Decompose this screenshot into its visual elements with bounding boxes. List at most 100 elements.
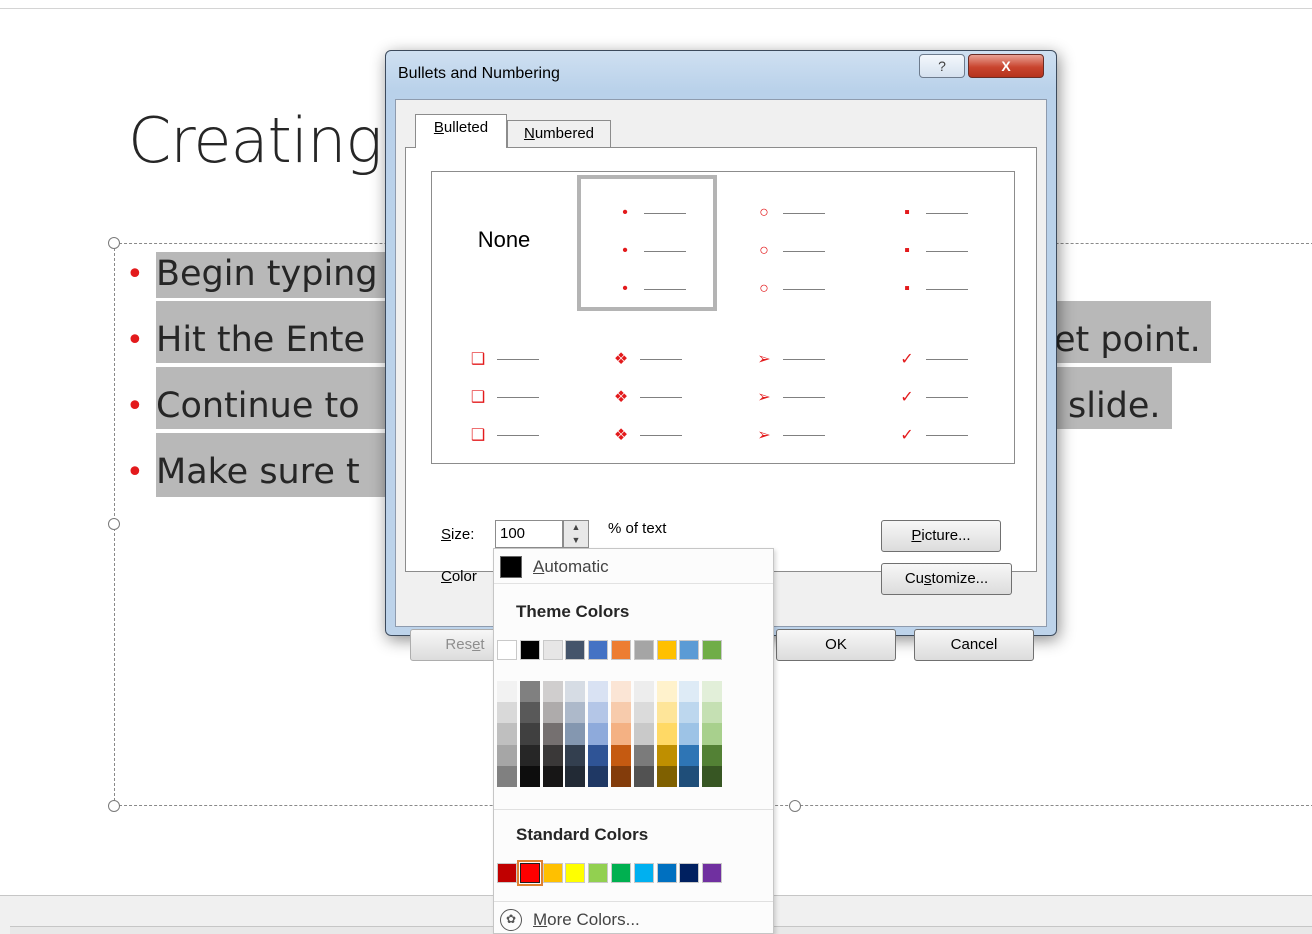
theme-shade-swatch[interactable]: [633, 765, 654, 787]
spin-down-icon[interactable]: ▼: [564, 534, 588, 547]
bullet-item[interactable]: • Begin typing: [126, 250, 378, 298]
theme-shade-swatch[interactable]: [519, 744, 540, 766]
theme-shade-swatch[interactable]: [633, 723, 654, 745]
theme-shade-swatch[interactable]: [542, 744, 563, 766]
theme-shade-swatch[interactable]: [519, 723, 540, 745]
theme-shade-swatch[interactable]: [679, 765, 700, 787]
theme-color-swatch[interactable]: [679, 640, 700, 660]
resize-handle-middle-left[interactable]: [108, 518, 120, 530]
theme-shade-swatch[interactable]: [565, 681, 586, 703]
resize-handle-bottom-center[interactable]: [789, 800, 801, 812]
theme-shade-swatch[interactable]: [565, 723, 586, 745]
theme-shade-swatch[interactable]: [679, 723, 700, 745]
theme-shade-swatch[interactable]: [519, 702, 540, 724]
theme-shade-swatch[interactable]: [588, 702, 609, 724]
automatic-color-option[interactable]: Automatic: [494, 550, 773, 584]
standard-color-swatch[interactable]: [679, 863, 700, 883]
theme-shade-swatch[interactable]: [497, 702, 517, 724]
theme-shade-swatch[interactable]: [611, 702, 631, 724]
theme-shade-swatch[interactable]: [656, 723, 677, 745]
theme-shade-swatch[interactable]: [497, 681, 517, 703]
theme-color-swatch[interactable]: [497, 640, 517, 660]
theme-shade-swatch[interactable]: [497, 765, 517, 787]
theme-color-swatch[interactable]: [519, 640, 540, 660]
size-spinner[interactable]: ▲ ▼: [563, 520, 589, 548]
theme-shade-swatch[interactable]: [656, 765, 677, 787]
theme-color-swatch[interactable]: [588, 640, 609, 660]
bullet-text-tail[interactable]: et point.: [1054, 316, 1201, 364]
theme-shade-swatch[interactable]: [679, 702, 700, 724]
theme-shade-swatch[interactable]: [497, 723, 517, 745]
theme-shade-swatch[interactable]: [679, 681, 700, 703]
standard-color-swatch[interactable]: [702, 863, 723, 883]
theme-shade-swatch[interactable]: [633, 681, 654, 703]
theme-shade-swatch[interactable]: [679, 744, 700, 766]
theme-shade-swatch[interactable]: [542, 702, 563, 724]
picture-button[interactable]: Picture...: [881, 520, 1001, 552]
theme-shade-swatch[interactable]: [702, 723, 723, 745]
theme-shade-swatch[interactable]: [542, 681, 563, 703]
theme-shade-swatch[interactable]: [702, 702, 723, 724]
tab-bulleted[interactable]: Bulleted: [415, 114, 507, 148]
theme-shade-swatch[interactable]: [656, 681, 677, 703]
theme-shade-swatch[interactable]: [702, 681, 723, 703]
more-colors-option[interactable]: ✿ More Colors...: [494, 903, 773, 933]
theme-color-swatch[interactable]: [565, 640, 586, 660]
theme-shade-swatch[interactable]: [588, 681, 609, 703]
theme-color-swatch[interactable]: [702, 640, 723, 660]
bullet-style-checkmark[interactable]: ✓ ✓ ✓: [863, 321, 1003, 457]
standard-color-swatch[interactable]: [633, 863, 654, 883]
theme-shade-swatch[interactable]: [611, 744, 631, 766]
theme-shade-swatch[interactable]: [542, 723, 563, 745]
theme-shade-swatch[interactable]: [588, 765, 609, 787]
bullet-style-filled-square[interactable]: ▪ ▪ ▪: [863, 175, 1003, 311]
theme-shade-swatch[interactable]: [588, 723, 609, 745]
theme-shade-swatch[interactable]: [588, 744, 609, 766]
standard-color-swatch[interactable]: [611, 863, 631, 883]
theme-color-swatch[interactable]: [656, 640, 677, 660]
standard-color-swatch[interactable]: [588, 863, 609, 883]
theme-shade-swatch[interactable]: [519, 765, 540, 787]
theme-color-swatch[interactable]: [611, 640, 631, 660]
theme-shade-swatch[interactable]: [611, 723, 631, 745]
bullet-item[interactable]: • Make sure t: [126, 448, 360, 496]
theme-shade-swatch[interactable]: [611, 681, 631, 703]
bullet-text-tail[interactable]: slide.: [1068, 382, 1161, 430]
bullet-style-hollow-circle[interactable]: ○ ○ ○: [720, 175, 860, 311]
cancel-button[interactable]: Cancel: [914, 629, 1034, 661]
theme-shade-swatch[interactable]: [519, 681, 540, 703]
theme-shade-swatch[interactable]: [542, 765, 563, 787]
bullet-style-hollow-square[interactable]: ❑ ❑ ❑: [434, 321, 574, 457]
bullet-style-none[interactable]: None: [434, 175, 574, 311]
theme-shade-swatch[interactable]: [565, 765, 586, 787]
slide-title[interactable]: Creating: [128, 104, 383, 177]
standard-color-swatch[interactable]: [542, 863, 563, 883]
theme-shade-swatch[interactable]: [565, 744, 586, 766]
customize-button[interactable]: Customize...: [881, 563, 1012, 595]
standard-color-swatch[interactable]: [497, 863, 517, 883]
bullet-item[interactable]: • Continue to: [126, 382, 360, 430]
size-percent-input[interactable]: 100: [495, 520, 563, 548]
bullet-style-four-diamonds[interactable]: ❖ ❖ ❖: [577, 321, 717, 457]
standard-color-swatch[interactable]: [565, 863, 586, 883]
theme-shade-swatch[interactable]: [565, 702, 586, 724]
bullet-style-small-dot[interactable]: • • •: [577, 175, 717, 311]
close-button[interactable]: X: [968, 54, 1044, 78]
tab-numbered[interactable]: Numbered: [507, 120, 611, 148]
theme-color-swatch[interactable]: [542, 640, 563, 660]
theme-shade-swatch[interactable]: [497, 744, 517, 766]
theme-shade-swatch[interactable]: [611, 765, 631, 787]
help-button[interactable]: ?: [919, 54, 965, 78]
bullet-style-arrowhead[interactable]: ➢ ➢ ➢: [720, 321, 860, 457]
theme-color-swatch[interactable]: [633, 640, 654, 660]
spin-up-icon[interactable]: ▲: [564, 521, 588, 534]
resize-handle-top-left[interactable]: [108, 237, 120, 249]
theme-shade-swatch[interactable]: [702, 765, 723, 787]
standard-color-swatch[interactable]: [656, 863, 677, 883]
resize-handle-bottom-left[interactable]: [108, 800, 120, 812]
theme-shade-swatch[interactable]: [702, 744, 723, 766]
theme-shade-swatch[interactable]: [633, 702, 654, 724]
bullet-item[interactable]: • Hit the Ente: [126, 316, 365, 364]
theme-shade-swatch[interactable]: [633, 744, 654, 766]
theme-shade-swatch[interactable]: [656, 702, 677, 724]
